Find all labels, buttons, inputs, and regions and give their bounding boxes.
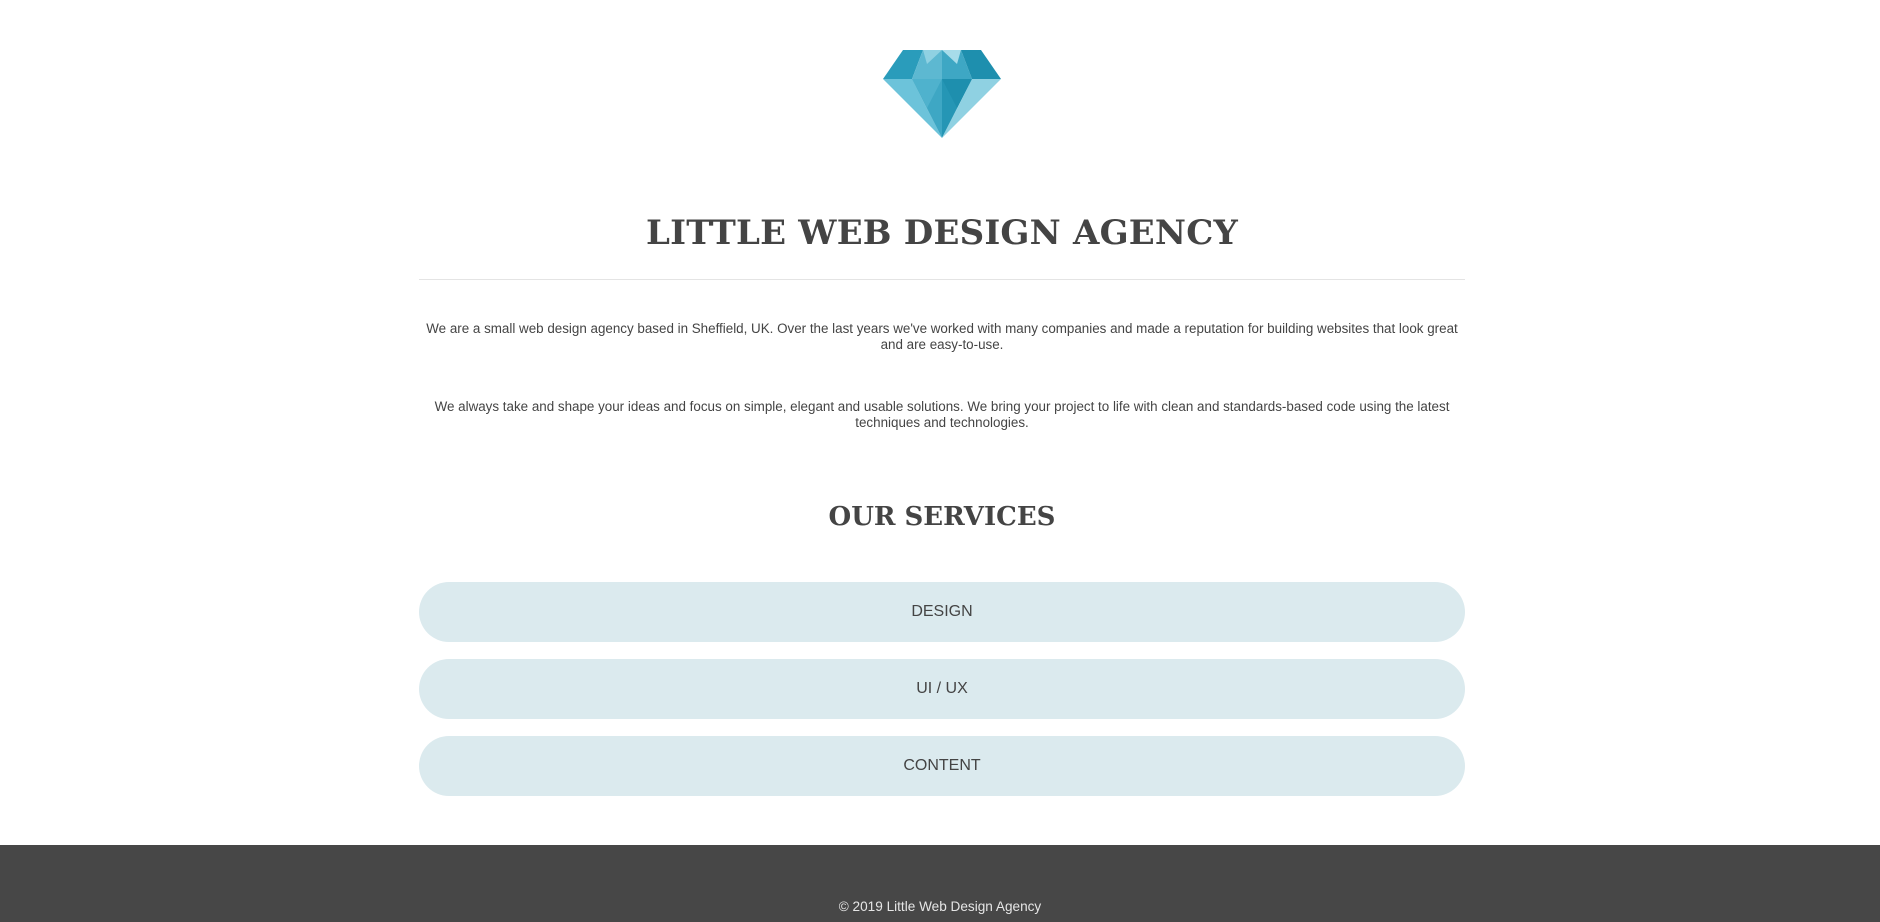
diamond-icon	[883, 50, 1001, 138]
intro-paragraph-1: We are a small web design agency based i…	[426, 321, 1458, 352]
service-content-button[interactable]: CONTENT	[419, 736, 1465, 796]
footer-copyright: © 2019 Little Web Design Agency	[838, 899, 1042, 914]
title-divider	[419, 279, 1465, 280]
footer: © 2019 Little Web Design Agency	[0, 845, 1880, 922]
service-design-button[interactable]: DESIGN	[419, 582, 1465, 642]
service-ui-ux-button[interactable]: UI / UX	[419, 659, 1465, 719]
intro-paragraph-2: We always take and shape your ideas and …	[434, 399, 1450, 430]
page: LITTLE WEB DESIGN AGENCY We are a small …	[0, 0, 1880, 922]
page-title: LITTLE WEB DESIGN AGENCY	[646, 213, 1238, 253]
services-heading: OUR SERVICES	[828, 502, 1056, 532]
